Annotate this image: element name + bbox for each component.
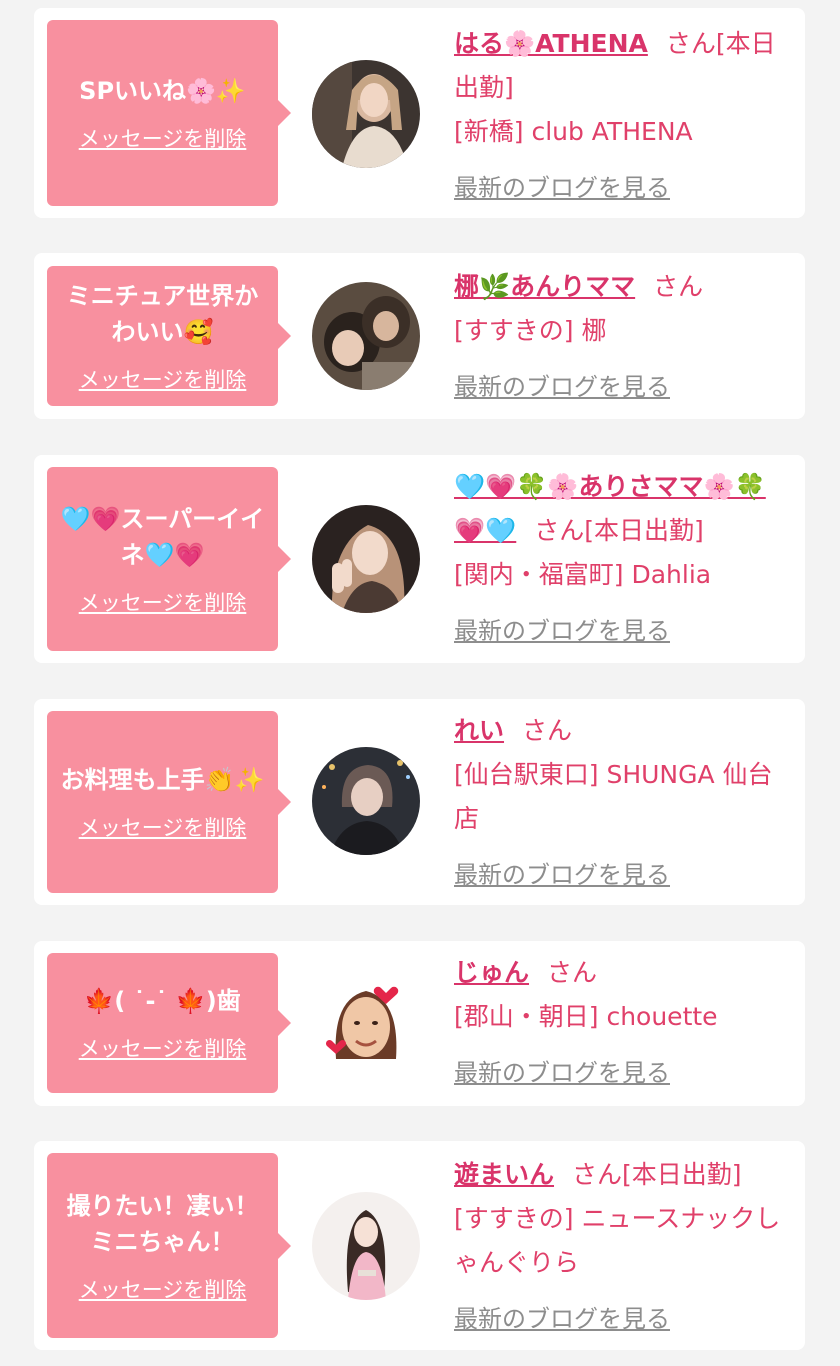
message-bubble: ミニチュア世界かわいい🥰 メッセージを削除 — [47, 266, 291, 406]
avatar[interactable] — [312, 505, 420, 613]
profile-info: 梛🌿あんりママ さん [すすきの] 梛 最新のブログを見る — [454, 265, 784, 409]
message-text: 撮りたい！凄い！ミニちゃん！ — [66, 1191, 259, 1256]
view-latest-blog-link[interactable]: 最新のブログを見る — [454, 166, 670, 210]
message-text: 🍁( ˙-˙ 🍁)歯 — [84, 987, 241, 1015]
message-text: SPいいね🌸✨ — [79, 77, 246, 105]
message-card: 撮りたい！凄い！ミニちゃん！ メッセージを削除 遊まいん さん[本日出勤] [すす… — [34, 1141, 805, 1350]
peace-sign-photo-avatar — [312, 505, 420, 613]
honorific-suffix: さん[本日出勤] — [534, 516, 704, 545]
honorific-suffix: さん — [547, 958, 598, 987]
profile-info: 遊まいん さん[本日出勤] [すすきの] ニュースナックしゃんぐりら 最新のブログ… — [454, 1153, 784, 1341]
avatar[interactable] — [312, 282, 420, 390]
profile-info: 🩵💗🍀🌸ありさママ🌸🍀💗🩵 さん[本日出勤] [関内・福富町] Dahlia 最新… — [454, 465, 784, 653]
cast-name-link[interactable]: はる🌸ATHENA — [454, 29, 648, 58]
delete-message-link[interactable]: メッセージを削除 — [79, 1274, 247, 1304]
delete-message-link[interactable]: メッセージを削除 — [79, 364, 247, 394]
honorific-suffix: さん[本日出勤] — [572, 1160, 742, 1189]
message-text: お料理も上手👏✨ — [60, 766, 265, 794]
profile-info: はる🌸ATHENA さん[本日出勤] [新橋] club ATHENA 最新のブロ… — [454, 22, 784, 210]
view-latest-blog-link[interactable]: 最新のブログを見る — [454, 609, 670, 653]
message-bubble: SPいいね🌸✨ メッセージを削除 — [47, 20, 291, 206]
message-bubble: お料理も上手👏✨ メッセージを削除 — [47, 711, 291, 893]
message-card: SPいいね🌸✨ メッセージを削除 はる🌸ATHENA さん[本日出勤] [新橋] … — [34, 8, 805, 218]
kimono-photo-avatar — [312, 1192, 420, 1300]
profile-info: じゅん さん [郡山・朝日] chouette 最新のブログを見る — [454, 951, 784, 1095]
message-card: 🍁( ˙-˙ 🍁)歯 メッセージを削除 じゅん さん [郡山・朝日] chouet… — [34, 941, 805, 1106]
delete-message-link[interactable]: メッセージを削除 — [79, 812, 247, 842]
avatar[interactable] — [312, 747, 420, 855]
cast-name-link[interactable]: 遊まいん — [454, 1160, 554, 1189]
cast-name-link[interactable]: じゅん — [454, 958, 529, 987]
message-text: ミニチュア世界かわいい🥰 — [66, 282, 259, 346]
woman-photo-avatar — [312, 60, 420, 168]
message-card: ミニチュア世界かわいい🥰 メッセージを削除 梛🌿あんりママ さん [すすきの] 梛… — [34, 253, 805, 419]
shop-label: [すすきの] 梛 — [454, 316, 607, 345]
message-bubble: 撮りたい！凄い！ミニちゃん！ メッセージを削除 — [47, 1153, 291, 1338]
view-latest-blog-link[interactable]: 最新のブログを見る — [454, 853, 670, 897]
couple-photo-avatar — [312, 282, 420, 390]
avatar[interactable] — [312, 1192, 420, 1300]
memoji-avatar — [312, 969, 420, 1077]
message-text: 🩵💗スーパーイイネ🩵💗 — [60, 505, 265, 569]
shop-label: [郡山・朝日] chouette — [454, 1002, 718, 1031]
profile-info: れい さん [仙台駅東口] SHUNGA 仙台店 最新のブログを見る — [454, 709, 784, 897]
shop-label: [仙台駅東口] SHUNGA 仙台店 — [454, 760, 773, 833]
message-bubble: 🩵💗スーパーイイネ🩵💗 メッセージを削除 — [47, 467, 291, 651]
message-card: お料理も上手👏✨ メッセージを削除 れい さん [仙台駅東口] SHUNGA 仙台… — [34, 699, 805, 905]
shop-label: [新橋] club ATHENA — [454, 117, 693, 146]
avatar[interactable] — [312, 969, 420, 1077]
view-latest-blog-link[interactable]: 最新のブログを見る — [454, 1051, 670, 1095]
night-photo-avatar — [312, 747, 420, 855]
view-latest-blog-link[interactable]: 最新のブログを見る — [454, 1297, 670, 1341]
cast-name-link[interactable]: れい — [454, 716, 504, 745]
delete-message-link[interactable]: メッセージを削除 — [79, 123, 247, 153]
shop-label: [関内・福富町] Dahlia — [454, 560, 712, 589]
cast-name-link[interactable]: 梛🌿あんりママ — [454, 272, 635, 301]
message-bubble: 🍁( ˙-˙ 🍁)歯 メッセージを削除 — [47, 953, 291, 1093]
delete-message-link[interactable]: メッセージを削除 — [79, 587, 247, 617]
shop-label: [すすきの] ニュースナックしゃんぐりら — [454, 1204, 781, 1277]
honorific-suffix: さん — [653, 272, 704, 301]
honorific-suffix: さん — [522, 716, 573, 745]
avatar[interactable] — [312, 60, 420, 168]
message-card: 🩵💗スーパーイイネ🩵💗 メッセージを削除 🩵💗🍀🌸ありさママ🌸🍀💗🩵 さん[本日出… — [34, 455, 805, 663]
message-list: SPいいね🌸✨ メッセージを削除 はる🌸ATHENA さん[本日出勤] [新橋] … — [0, 0, 840, 1366]
view-latest-blog-link[interactable]: 最新のブログを見る — [454, 365, 670, 409]
delete-message-link[interactable]: メッセージを削除 — [79, 1033, 247, 1063]
